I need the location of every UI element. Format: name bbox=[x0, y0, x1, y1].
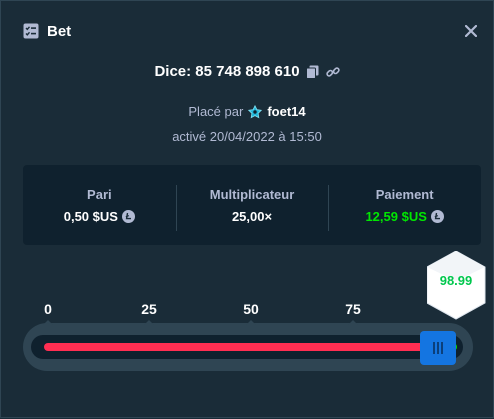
stat-multiplier-label: Multiplicateur bbox=[209, 186, 295, 202]
grip-line bbox=[433, 342, 436, 354]
stat-multiplier-value-row: 25,00× bbox=[176, 209, 329, 224]
placed-by-label: Placé par bbox=[188, 104, 244, 119]
slider-handle[interactable] bbox=[420, 331, 457, 365]
stat-payout: Paiement 12,59 $US bbox=[328, 187, 481, 224]
stat-payout-label: Paiement bbox=[375, 186, 434, 202]
grip-line bbox=[441, 342, 444, 354]
stat-payout-value: 12,59 $US bbox=[365, 208, 427, 224]
copy-icon[interactable] bbox=[305, 65, 320, 79]
activated-timestamp: activé 20/04/2022 à 15:50 bbox=[172, 129, 322, 144]
tick-75: 75 bbox=[345, 301, 361, 317]
tick-caret bbox=[348, 320, 358, 325]
close-button[interactable] bbox=[461, 21, 481, 41]
modal-header: Bet bbox=[23, 21, 71, 41]
game-id-line: Dice: 85 748 898 610 bbox=[1, 63, 493, 80]
litecoin-icon bbox=[121, 209, 135, 223]
tick-caret bbox=[144, 320, 154, 325]
dice-slider: 0 25 50 75 98.99 bbox=[1, 250, 494, 419]
grip-line bbox=[437, 342, 440, 354]
stat-bet-label: Pari bbox=[87, 186, 112, 202]
modal-title: Bet bbox=[47, 22, 72, 40]
tick-50: 50 bbox=[243, 301, 259, 317]
bet-stats-panel: Pari 0,50 $US Multiplicateur 25,00× Paie… bbox=[23, 165, 481, 245]
roll-result-dice: 98.99 bbox=[426, 250, 491, 323]
stat-multiplier: Multiplicateur 25,00× bbox=[176, 187, 329, 224]
close-icon bbox=[465, 25, 477, 37]
tick-25: 25 bbox=[141, 301, 157, 317]
stat-bet-value: 0,50 $US bbox=[63, 208, 118, 224]
tick-caret bbox=[43, 320, 53, 325]
stat-payout-value-row: 12,59 $US bbox=[328, 209, 481, 224]
link-icon[interactable] bbox=[325, 65, 340, 79]
litecoin-icon bbox=[430, 209, 444, 223]
bet-modal: Bet Dice: 85 748 898 610 Placé par foet1… bbox=[0, 0, 494, 418]
placed-by-line: Placé par foet14 bbox=[1, 104, 493, 119]
lose-range-bar bbox=[44, 343, 441, 351]
tick-0: 0 bbox=[44, 301, 52, 317]
roll-result-value: 98.99 bbox=[439, 273, 473, 288]
username-link[interactable]: foet14 bbox=[267, 104, 305, 119]
bet-list-icon bbox=[23, 23, 39, 39]
stat-multiplier-value: 25,00× bbox=[231, 208, 273, 224]
star-icon bbox=[248, 104, 263, 118]
game-id: Dice: 85 748 898 610 bbox=[154, 63, 300, 80]
stat-bet-value-row: 0,50 $US bbox=[23, 209, 176, 224]
stat-bet: Pari 0,50 $US bbox=[23, 187, 176, 224]
tick-caret bbox=[246, 320, 256, 325]
